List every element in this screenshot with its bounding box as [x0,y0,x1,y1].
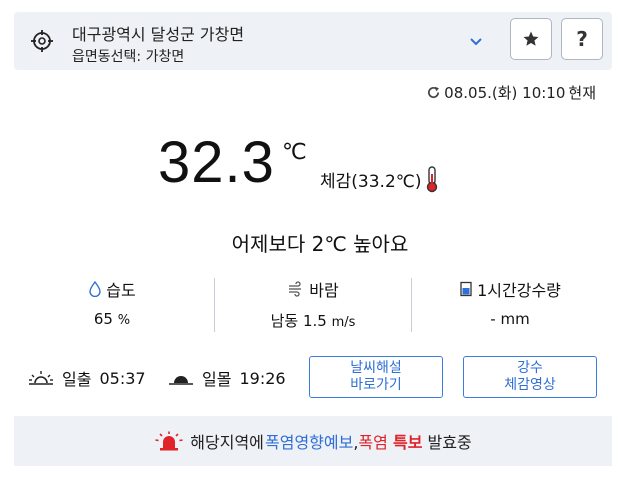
button-label-line2: 바로가기 [350,377,402,393]
alert-special[interactable]: 특보 [393,433,422,452]
location-select-value: 가창면 [145,49,185,65]
refresh-icon[interactable] [426,85,441,100]
temperature-unit: ℃ [282,140,307,165]
location-bar: 대구광역시 달성군 가창면 읍면동선택: 가창면 ? [14,12,612,70]
precipitation-unit: mm [500,310,530,328]
wind-unit: m/s [331,315,356,330]
weather-stats: 습도 65 % 바람 남동 1.5 m/s 1시간강수량 - mm [14,276,612,336]
weather-interpretation-button[interactable]: 날씨해설 바로가기 [309,356,443,398]
star-icon [523,31,539,46]
alert-suffix: 발효중 [427,433,472,452]
updated-suffix: 현재 [568,84,596,102]
droplet-icon [89,281,101,297]
feels-like-label: 체감(33.2℃) [320,171,422,192]
button-label-line2: 체감영상 [504,377,556,393]
precipitation-video-button[interactable]: 강수 체감영상 [463,356,597,398]
stat-humidity: 습도 65 % [14,276,210,336]
location-address: 대구광역시 달성군 가창면 [72,25,245,44]
wind-label: 바람 [309,281,339,300]
weather-alert-banner[interactable]: 해당지역에 폭염영향예보,폭염 특보 발효중 [14,416,612,466]
chevron-down-icon[interactable] [468,34,484,50]
help-button[interactable]: ? [561,18,603,60]
precipitation-label: 1시간강수량 [477,281,561,300]
sunset: 일몰 19:26 [168,366,286,390]
favorite-button[interactable] [510,18,552,60]
temperature-comparison: 어제보다 2℃ 높아요 [231,232,409,256]
wind-icon [289,281,302,297]
stat-wind: 바람 남동 1.5 m/s [215,276,411,336]
alert-prefix: 해당지역에 [190,433,264,452]
sunset-label: 일몰 [202,370,232,389]
sunrise-label: 일출 [62,370,92,389]
precipitation-value: - [490,310,496,328]
humidity-label: 습도 [106,281,136,300]
updated-time: 08.05.(화) 10:10 현재 [426,82,596,103]
button-label-line1: 날씨해설 [350,360,402,376]
sunset-time: 19:26 [239,368,286,388]
humidity-value: 65 [93,310,113,328]
sunset-icon [169,376,193,385]
feels-like: 체감(33.2℃) [320,165,440,193]
current-temperature: 32.3 [158,130,275,195]
alert-heat[interactable]: 폭염 [358,433,387,452]
sunrise-icon [29,371,53,385]
rain-gauge-icon [460,281,472,297]
wind-value: 남동 1.5 [270,312,327,330]
thermometer-icon [426,166,437,193]
siren-icon [155,431,183,451]
location-select[interactable]: 읍면동선택: 가창면 [72,46,184,66]
location-target-icon[interactable] [30,29,54,53]
alert-impact-forecast[interactable]: 폭염영향예보 [265,433,353,452]
location-select-label: 읍면동선택: [72,49,142,65]
sunrise: 일출 05:37 [28,366,146,390]
button-label-line1: 강수 [517,360,543,376]
sunrise-time: 05:37 [99,368,146,388]
humidity-unit: % [117,313,131,328]
updated-datetime: 08.05.(화) 10:10 [444,84,566,102]
stat-precipitation: 1시간강수량 - mm [412,276,608,336]
